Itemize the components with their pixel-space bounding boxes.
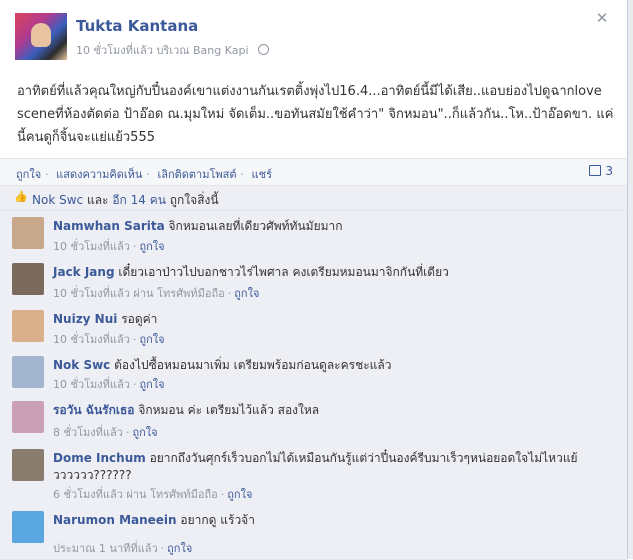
comment-like-link[interactable]: ถูกใจ [139, 333, 164, 346]
comment-count[interactable]: 3 [589, 164, 613, 178]
commenter-avatar[interactable] [12, 511, 44, 543]
comment-time[interactable]: 10 ชั่วโมงที่แล้ว [53, 240, 130, 253]
comment-item: Nok Swc ต้องไปซื้อหมอนมาเพิ่ม เตรียมพร้อ… [0, 350, 627, 396]
comment-meta: 10 ชั่วโมงที่แล้ว · ถูกใจ [53, 240, 165, 253]
comment-item: Namwhan Sarita จิกหมอนเลยที่เดียวศัพท์ทั… [0, 211, 627, 258]
post-meta: 10 ชั่วโมงที่แล้ว บริเวณ Bang Kapi [76, 41, 270, 59]
comment-meta: 10 ชั่วโมงที่แล้ว ผ่าน โทรศัพท์มือถือ · ถู… [53, 287, 260, 300]
unfollow-link[interactable]: เลิกติดตามโพสต์ [157, 168, 236, 181]
comment-time[interactable]: 6 ชั่วโมงที่แล้ว [53, 488, 123, 501]
comment-like-link[interactable]: ถูกใจ [227, 488, 252, 501]
post-location[interactable]: บริเวณ Bang Kapi [156, 44, 248, 57]
like-link[interactable]: ถูกใจ [16, 168, 41, 181]
author-name[interactable]: Tukta Kantana [76, 17, 198, 35]
comment-like-link[interactable]: ถูกใจ [234, 287, 259, 300]
post-card: ✕ Tukta Kantana 10 ชั่วโมงที่แล้ว บริเวณ… [0, 0, 628, 560]
comment-meta: ประมาณ 1 นาทีที่แล้ว · ถูกใจ [53, 542, 193, 555]
commenter-name[interactable]: Jack Jang [53, 265, 115, 279]
comment-text: ต้องไปซื้อหมอนมาเพิ่ม เตรียมพร้อมก่อนดูล… [110, 358, 392, 372]
comment-like-link[interactable]: ถูกใจ [132, 426, 157, 439]
actions-bar: ถูกใจ · แสดงความคิดเห็น · เลิกติดตามโพสต์ ·… [0, 158, 627, 186]
comment-meta: 6 ชั่วโมงที่แล้ว ผ่าน โทรศัพท์มือถือ · ถูก… [53, 488, 253, 501]
via-mobile: ผ่าน โทรศัพท์มือถือ [129, 287, 225, 300]
commenter-name[interactable]: Dome Inchum [53, 451, 146, 465]
close-icon[interactable]: ✕ [595, 11, 609, 26]
post-time[interactable]: 10 ชั่วโมงที่แล้ว [76, 44, 153, 57]
comment-bubble-icon [589, 165, 602, 176]
comment-text: รอดูค่า [117, 312, 158, 326]
likes-row: 👍 Nok Swc และ อีก 14 คน ถูกใจสิ่งนี้ [0, 186, 627, 211]
comment-text: จิกหมอน ค่ะ เตรียมไว้แล้ว สองใหล [134, 403, 320, 417]
globe-icon [258, 44, 270, 55]
commenter-avatar[interactable] [12, 263, 44, 295]
comment-meta: 10 ชั่วโมงที่แล้ว · ถูกใจ [53, 378, 165, 391]
commenter-avatar[interactable] [12, 449, 44, 481]
comment-like-link[interactable]: ถูกใจ [139, 240, 164, 253]
commenter-avatar[interactable] [12, 217, 44, 249]
comment-time[interactable]: 10 ชั่วโมงที่แล้ว [53, 378, 130, 391]
commenter-name[interactable]: Nok Swc [53, 358, 110, 372]
comment-text: เดี๋ยวเอาป่าวไปบอกชาวไร่ไพศาล คงเตรียมหม… [114, 265, 449, 279]
commenter-avatar[interactable] [12, 310, 44, 342]
comment-item: รอวัน ฉันรักเธอ จิกหมอน ค่ะ เตรียมไว้แล้… [0, 395, 627, 444]
commenter-name[interactable]: รอวัน ฉันรักเธอ [53, 403, 135, 417]
comment-meta: 8 ชั่วโมงที่แล้ว · ถูกใจ [53, 426, 158, 439]
comment-time[interactable]: 10 ชั่วโมงที่แล้ว [53, 287, 130, 300]
comment-time[interactable]: ประมาณ 1 นาทีที่แล้ว [53, 542, 158, 555]
comment-text: จิกหมอนเลยที่เดียวศัพท์ทันมัยมาก [164, 219, 343, 233]
commenter-name[interactable]: Namwhan Sarita [53, 219, 165, 233]
comment-link[interactable]: แสดงความคิดเห็น [56, 168, 142, 181]
scrollbar-track[interactable] [628, 0, 633, 559]
comment-meta: 10 ชั่วโมงที่แล้ว · ถูกใจ [53, 333, 165, 346]
post-text: อาทิตย์ที่แล้วคุณใหญ่กับปี๋นองค์เขาแต่งง… [17, 84, 614, 145]
comment-item: Narumon Maneein อยากดู แร้วจ้าประมาณ 1 น… [0, 505, 627, 560]
liker-name[interactable]: Nok Swc [32, 193, 83, 207]
comment-like-link[interactable]: ถูกใจ [167, 542, 192, 555]
commenter-name[interactable]: Nuizy Nui [53, 312, 117, 326]
comment-like-link[interactable]: ถูกใจ [139, 378, 164, 391]
via-mobile: ผ่าน โทรศัพท์มือถือ [122, 488, 218, 501]
comment-time[interactable]: 10 ชั่วโมงที่แล้ว [53, 333, 130, 346]
comment-item: Jack Jang เดี๋ยวเอาป่าวไปบอกชาวไร่ไพศาล … [0, 257, 627, 305]
commenter-avatar[interactable] [12, 356, 44, 388]
commenter-avatar[interactable] [12, 401, 44, 433]
share-link[interactable]: แชร์ [252, 168, 272, 181]
author-avatar[interactable] [15, 13, 67, 60]
comment-item: Dome Inchum อยากถึงวันศุกร์เร็วบอกไม่ได้… [0, 443, 627, 506]
comment-text: อยากดู แร้วจ้า [176, 513, 255, 527]
other-likers-link[interactable]: อีก 14 คน [112, 193, 166, 207]
comment-item: Nuizy Nui รอดูค่า 10 ชั่วโมงที่แล้ว · ถูกใจ [0, 304, 627, 351]
comment-time[interactable]: 8 ชั่วโมงที่แล้ว [53, 426, 123, 439]
thumbs-up-icon: 👍 [14, 190, 28, 203]
commenter-name[interactable]: Narumon Maneein [53, 513, 177, 527]
